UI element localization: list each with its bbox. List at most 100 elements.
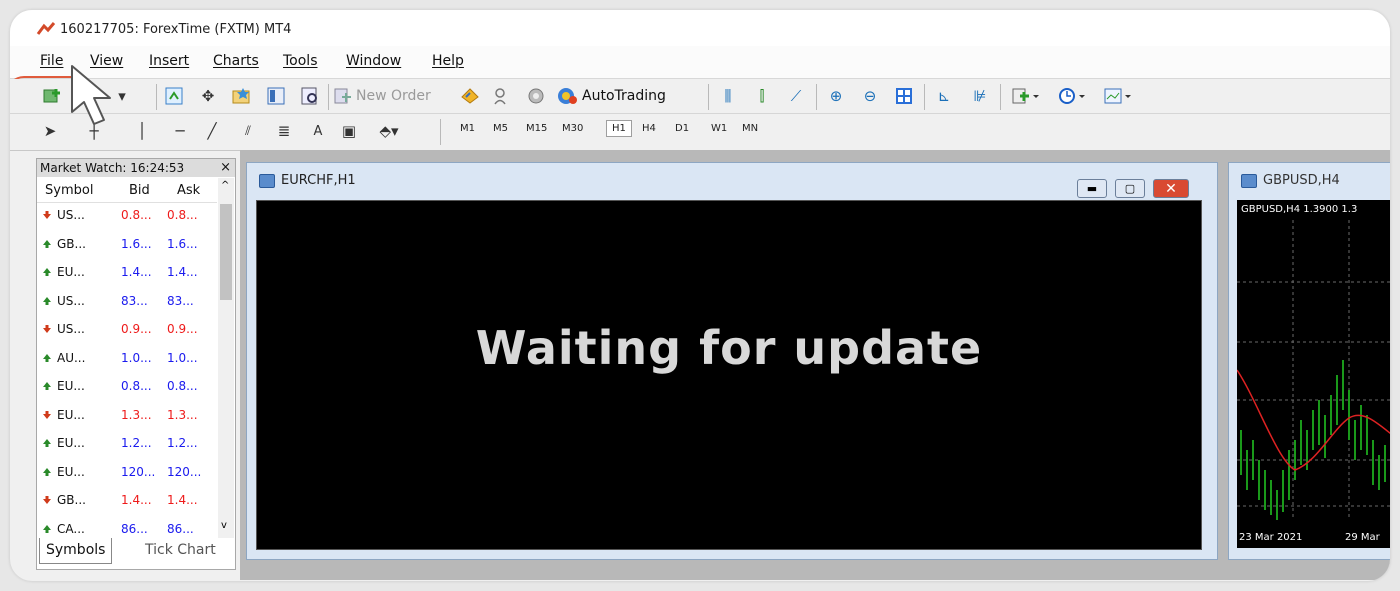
trendline-icon[interactable]: ╱ — [202, 119, 222, 143]
menu-help[interactable]: Help — [432, 53, 464, 69]
chart-area[interactable]: Waiting for update — [256, 200, 1202, 550]
menu-bar: File View Insert Charts Tools Window Hel… — [10, 46, 1390, 114]
column-bid[interactable]: Bid — [129, 183, 150, 198]
bar-chart-icon[interactable]: ⫼ — [716, 84, 740, 108]
timeframe-m1[interactable]: M1 — [460, 123, 475, 134]
timeframe-m15[interactable]: M15 — [526, 123, 547, 134]
ask-cell: 1.4... — [167, 493, 198, 507]
ask-cell: 1.3... — [167, 407, 198, 422]
market-watch-row[interactable]: US... 83... 83... — [37, 289, 217, 314]
market-watch-icon[interactable] — [162, 84, 186, 108]
symbol-cell: GB... — [57, 236, 86, 251]
indicators-dropdown-icon[interactable] — [1008, 84, 1044, 108]
market-watch-row[interactable]: EU... 120... 120... — [37, 460, 217, 485]
ask-cell: 120... — [167, 464, 202, 479]
navigator-icon[interactable] — [230, 84, 254, 108]
chart-window-titlebar: GBPUSD,H4 — [1241, 173, 1340, 188]
chart-area[interactable]: GBPUSD,H4 1.3900 1.3 23 Mar 2021 29 Mar — [1237, 200, 1390, 548]
autotrading-button[interactable]: AutoTrading — [556, 84, 702, 108]
new-chart-icon[interactable] — [40, 84, 64, 108]
x-axis-date-2: 29 Mar — [1345, 532, 1380, 543]
market-watch-row[interactable]: EU... 0.8... 0.8... — [37, 374, 217, 399]
scroll-down-icon[interactable]: v — [221, 520, 227, 531]
chart-window-icon — [259, 173, 275, 188]
menu-file[interactable]: File — [40, 53, 63, 69]
signals-icon[interactable] — [490, 84, 514, 108]
chart-window-gbpusd[interactable]: GBPUSD,H4 GBPUSD,H4 1.3900 1.3 23 Mar 20… — [1228, 162, 1390, 560]
chart-window-eurchf[interactable]: EURCHF,H1 ▬ ▢ ✕ Waiting for update — [246, 162, 1218, 560]
down-arrow-icon — [43, 410, 51, 419]
market-watch-row[interactable]: US... 0.8... 0.8... — [37, 203, 217, 228]
new-order-button[interactable]: New Order — [334, 84, 454, 108]
symbol-cell: US... — [57, 322, 85, 336]
menu-tools[interactable]: Tools — [283, 53, 318, 69]
cursor-tool-icon[interactable]: ➤ — [40, 119, 60, 143]
ask-cell: 86... — [167, 521, 194, 536]
strategy-tester-icon[interactable] — [298, 84, 322, 108]
menu-window[interactable]: Window — [346, 53, 401, 69]
horizontal-line-icon[interactable]: ─ — [170, 119, 190, 143]
symbol-cell: CA... — [57, 521, 85, 536]
up-arrow-icon — [43, 239, 51, 248]
column-symbol[interactable]: Symbol — [45, 183, 93, 198]
scrollbar-thumb[interactable] — [220, 204, 232, 300]
market-watch-row[interactable]: EU... 1.4... 1.4... — [37, 260, 217, 285]
market-watch-row[interactable]: EU... 1.2... 1.2... — [37, 431, 217, 456]
templates-dropdown-icon[interactable] — [1100, 84, 1136, 108]
menu-insert[interactable]: Insert — [149, 53, 189, 69]
terminal-icon[interactable] — [264, 84, 288, 108]
chart-shift-icon[interactable]: ⊾ — [932, 84, 956, 108]
market-icon[interactable] — [524, 84, 548, 108]
equidistant-channel-icon[interactable]: ≣ — [272, 119, 296, 143]
crosshair-navigator-icon[interactable]: ✥ — [196, 84, 220, 108]
fibonacci-icon[interactable]: ⫽ — [236, 119, 260, 143]
timeframe-d1[interactable]: D1 — [675, 123, 689, 134]
bid-cell: 0.9... — [121, 322, 152, 336]
scroll-up-icon[interactable]: ^ — [221, 180, 229, 191]
close-icon[interactable]: × — [220, 159, 231, 177]
bid-cell: 1.4... — [121, 493, 152, 507]
minimize-icon[interactable]: ▬ — [1077, 179, 1107, 198]
tab-tick-chart[interactable]: Tick Chart — [139, 538, 222, 563]
timeframe-m5[interactable]: M5 — [493, 123, 508, 134]
column-ask[interactable]: Ask — [177, 183, 200, 198]
ask-cell: 1.2... — [167, 436, 198, 450]
timeframe-m30[interactable]: M30 — [562, 123, 583, 134]
timeframe-h4[interactable]: H4 — [642, 123, 656, 134]
periods-dropdown-icon[interactable] — [1054, 84, 1090, 108]
arrows-dropdown-icon[interactable]: ⬘▾ — [372, 119, 406, 143]
tab-symbols[interactable]: Symbols — [39, 538, 113, 564]
tile-windows-icon[interactable] — [892, 84, 916, 108]
market-watch-row[interactable]: GB... 1.6... 1.6... — [37, 232, 217, 257]
bid-cell: 1.4... — [121, 265, 152, 279]
menu-charts[interactable]: Charts — [213, 53, 259, 69]
text-tool-icon[interactable]: A — [308, 119, 328, 143]
zoom-in-icon[interactable]: ⊕ — [824, 84, 848, 108]
market-watch-row[interactable]: AU... 1.0... 1.0... — [37, 346, 217, 371]
mt4-logo-icon — [36, 22, 56, 35]
text-label-icon[interactable]: ▣ — [338, 119, 360, 143]
symbol-cell: AU... — [57, 350, 86, 365]
close-window-icon[interactable]: ✕ — [1153, 179, 1189, 198]
zoom-out-icon[interactable]: ⊖ — [858, 84, 882, 108]
maximize-icon[interactable]: ▢ — [1115, 179, 1145, 198]
timeframe-mn[interactable]: MN — [742, 123, 758, 134]
timeframe-h1[interactable]: H1 — [606, 120, 632, 137]
auto-scroll-icon[interactable]: ⊯ — [968, 84, 992, 108]
candlesticks-icon[interactable]: ⫿ — [750, 84, 774, 108]
symbol-cell: EU... — [57, 436, 85, 450]
timeframe-w1[interactable]: W1 — [711, 123, 727, 134]
market-watch-row[interactable]: GB... 1.4... 1.4... — [37, 488, 217, 513]
title-bar: 160217705: ForexTime (FXTM) MT4 — [10, 10, 1390, 46]
meta-editor-icon[interactable] — [458, 84, 482, 108]
market-watch-row[interactable]: EU... 1.3... 1.3... — [37, 403, 217, 428]
line-chart-icon[interactable]: ⟋ — [784, 84, 808, 108]
market-watch-scrollbar[interactable]: ^ v — [218, 178, 234, 538]
up-arrow-icon — [43, 524, 51, 533]
market-watch-column-headers: Symbol Bid Ask — [37, 178, 217, 203]
ask-cell: 0.9... — [167, 322, 198, 336]
up-arrow-icon — [43, 353, 51, 362]
market-watch-row[interactable]: US... 0.9... 0.9... — [37, 317, 217, 342]
symbol-cell: GB... — [57, 493, 86, 507]
bid-cell: 120... — [121, 464, 156, 479]
